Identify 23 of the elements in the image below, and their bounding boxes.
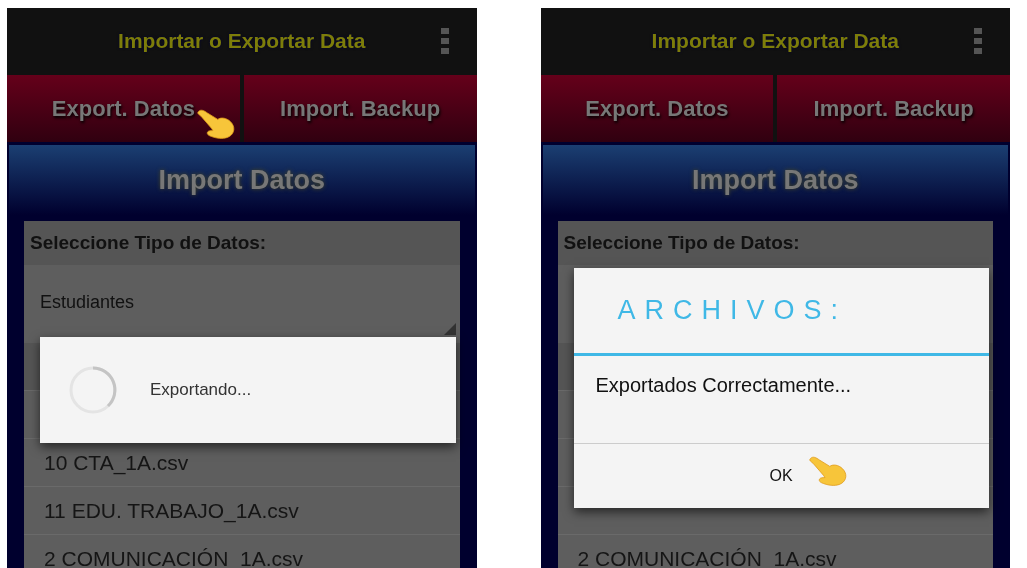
overflow-menu-icon[interactable]: [974, 28, 982, 54]
ok-button[interactable]: OK: [573, 444, 989, 508]
dialog-message: Exportando...: [150, 380, 252, 400]
tab-button[interactable]: Export. Datos: [7, 75, 240, 142]
overflow-menu-icon[interactable]: [440, 28, 449, 54]
dropdown-triangle-icon: [443, 323, 456, 335]
tab-button[interactable]: Export. Datos: [540, 75, 774, 142]
app-title: Importar o Exportar Data: [651, 28, 899, 53]
tab-button[interactable]: Import. Backup: [243, 75, 477, 142]
file-list-item[interactable]: 2 COMUNICACIÓN_1A.csv: [44, 546, 304, 568]
loading-spinner-icon: [68, 365, 118, 415]
tab-button[interactable]: Import. Backup: [777, 75, 1010, 142]
section-banner: Import Datos: [9, 145, 475, 215]
dialog-message: Exportados Correctamente...: [595, 374, 852, 396]
file-list-item[interactable]: 10 CTA_1A.csv: [44, 450, 189, 475]
section-banner: Import Datos: [542, 145, 1008, 215]
file-list-item[interactable]: 11 EDU. TRABAJO_1A.csv: [44, 498, 299, 523]
section-label: Seleccione Tipo de Datos:: [30, 232, 267, 254]
pointing-hand-icon: [196, 109, 237, 139]
section-label: Seleccione Tipo de Datos:: [563, 232, 800, 254]
dialog-title: ARCHIVOS:: [617, 295, 848, 326]
pointing-hand-icon: [808, 456, 849, 486]
app-title: Importar o Exportar Data: [118, 28, 366, 53]
